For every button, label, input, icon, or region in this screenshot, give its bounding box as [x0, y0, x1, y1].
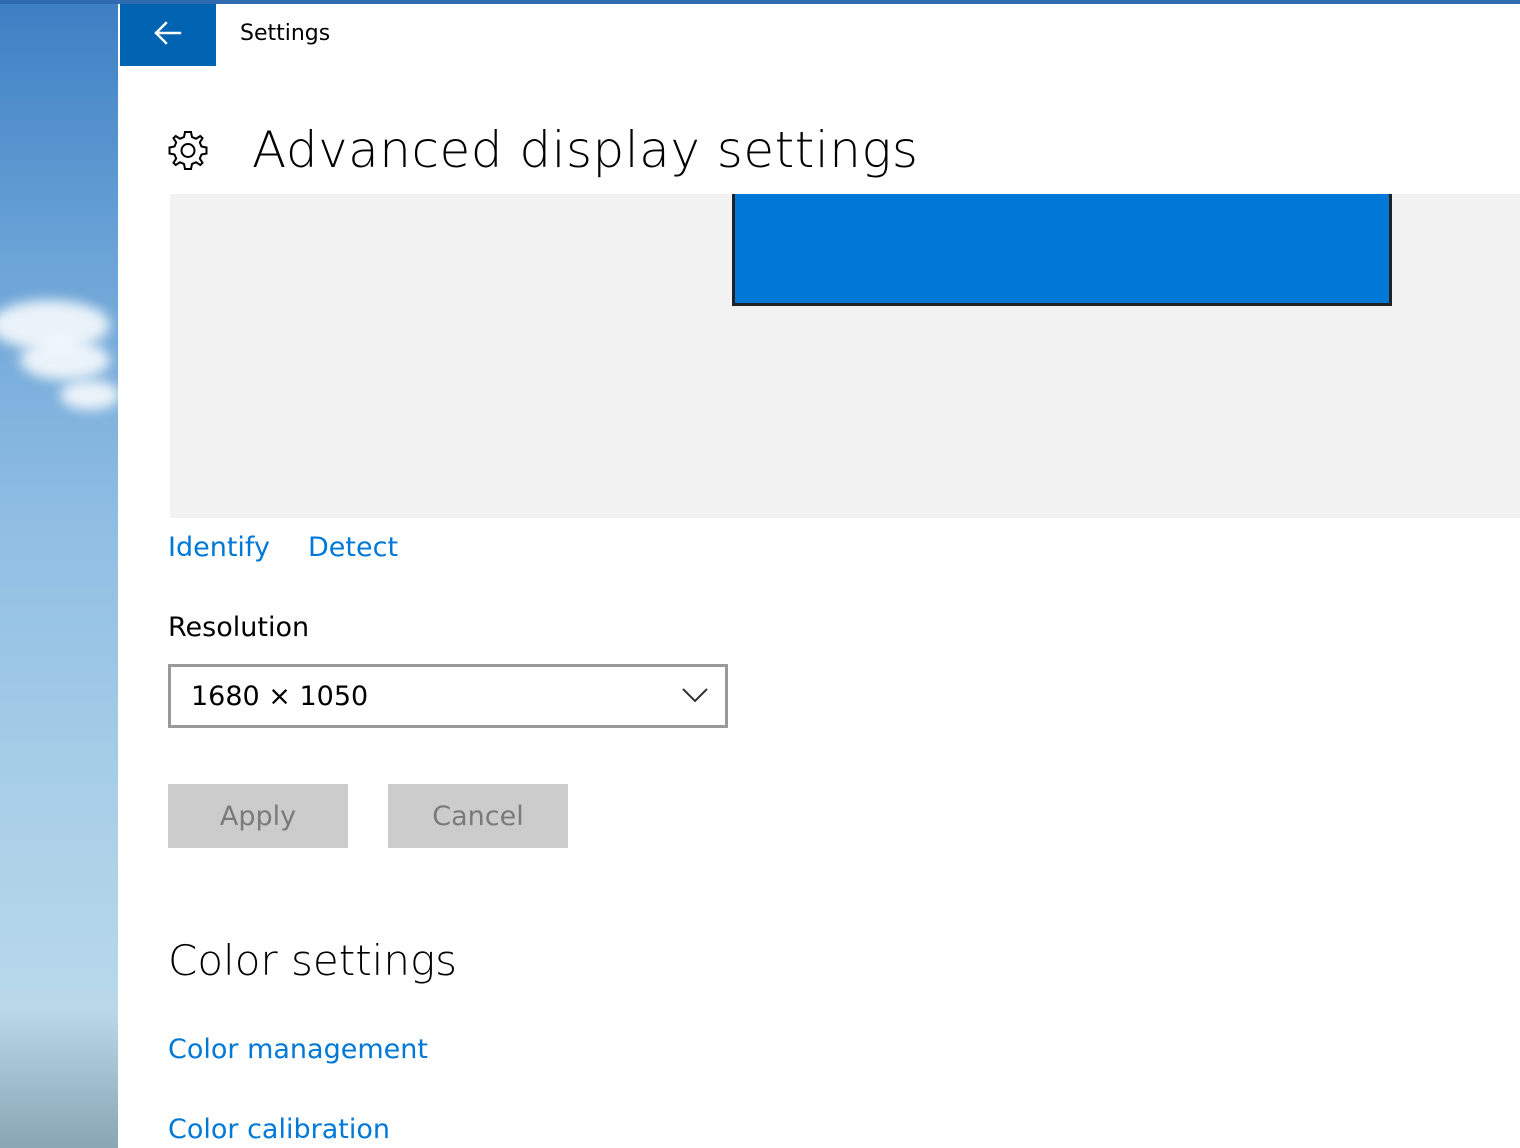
window-title: Settings [240, 21, 331, 46]
gear-icon [166, 128, 210, 172]
back-button[interactable] [120, 4, 216, 66]
resolution-dropdown[interactable]: 1680 × 1050 [168, 664, 728, 728]
monitor-1[interactable] [732, 194, 1392, 306]
display-preview-area [170, 194, 1520, 518]
apply-button[interactable]: Apply [168, 784, 348, 848]
page-header: Advanced display settings [166, 112, 918, 188]
cloud [20, 340, 110, 380]
page-title: Advanced display settings [252, 121, 919, 179]
detect-link[interactable]: Detect [308, 532, 398, 563]
cancel-button[interactable]: Cancel [388, 784, 568, 848]
resolution-value: 1680 × 1050 [191, 681, 369, 712]
title-bar: Settings [118, 4, 1520, 66]
color-settings-heading: Color settings [168, 936, 458, 985]
back-arrow-icon [154, 21, 182, 49]
resolution-label: Resolution [168, 612, 310, 643]
cloud [60, 380, 120, 410]
color-management-link[interactable]: Color management [168, 1034, 428, 1065]
settings-window: Settings Advanced display settings Ident… [118, 4, 1520, 1148]
color-calibration-link[interactable]: Color calibration [168, 1114, 390, 1145]
chevron-down-icon [681, 685, 709, 705]
identify-link[interactable]: Identify [168, 532, 270, 563]
